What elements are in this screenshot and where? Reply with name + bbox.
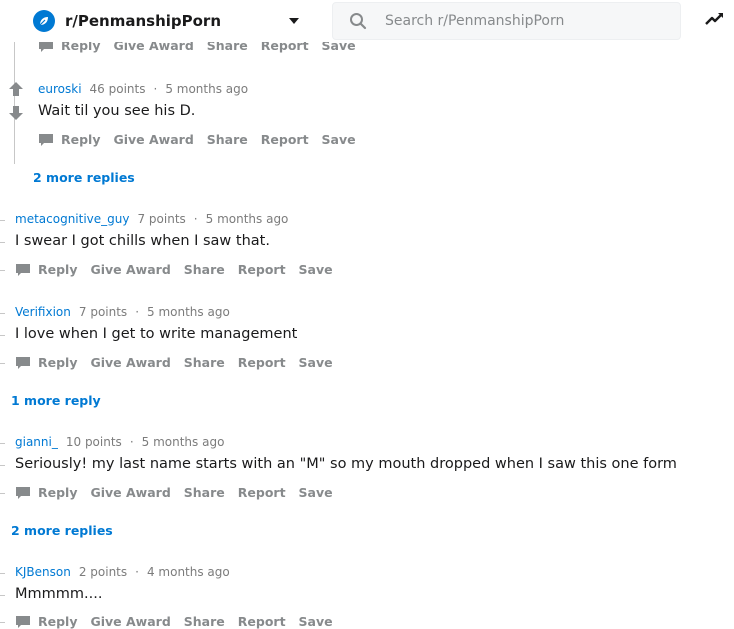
comment-actions: Reply Give Award Share Report Save <box>15 485 346 500</box>
share-button[interactable]: Share <box>184 355 225 370</box>
reply-label: Reply <box>38 262 78 277</box>
give-award-button[interactable]: Give Award <box>90 262 170 277</box>
trending-icon[interactable] <box>705 12 725 26</box>
thread-line[interactable] <box>14 42 15 164</box>
comment-actions: Reply Give Award Share Report Save <box>15 614 346 629</box>
save-button[interactable]: Save <box>299 485 333 500</box>
thread-marker <box>0 493 5 494</box>
meta-separator: · <box>153 82 158 96</box>
search-bar[interactable] <box>332 2 681 40</box>
share-button[interactable]: Share <box>184 614 225 629</box>
thread-marker <box>0 270 5 271</box>
comment-meta: KJBenson 2 points · 4 months ago <box>15 565 230 579</box>
report-button[interactable]: Report <box>238 614 286 629</box>
report-button[interactable]: Report <box>261 132 309 147</box>
comment-meta: gianni_ 10 points · 5 months ago <box>15 435 224 449</box>
comment-body: I love when I get to write management <box>15 326 298 342</box>
meta-separator: · <box>193 212 198 226</box>
comment-time[interactable]: 5 months ago <box>206 212 289 226</box>
comment-meta: euroski 46 points · 5 months ago <box>38 82 248 96</box>
subreddit-switcher[interactable]: r/PenmanshipPorn <box>33 8 308 34</box>
meta-separator: · <box>135 565 139 579</box>
subreddit-name: r/PenmanshipPorn <box>65 12 222 30</box>
comment-icon <box>16 615 30 628</box>
comment-time[interactable]: 4 months ago <box>147 565 230 579</box>
report-button[interactable]: Report <box>238 355 286 370</box>
comment-points: 7 points <box>78 305 128 319</box>
save-button[interactable]: Save <box>299 355 333 370</box>
thread-marker <box>0 443 5 444</box>
subreddit-icon <box>33 10 55 32</box>
comment-actions: Reply Give Award Share Report Save <box>38 132 369 147</box>
save-button[interactable]: Save <box>299 614 333 629</box>
upvote-icon[interactable] <box>9 82 23 96</box>
thread-marker <box>0 242 5 243</box>
save-button[interactable]: Save <box>299 262 333 277</box>
comment-body: Wait til you see his D. <box>38 103 196 119</box>
thread-marker <box>0 363 5 364</box>
share-button[interactable]: Share <box>207 132 248 147</box>
comment-actions: Reply Give Award Share Report Save <box>15 262 346 277</box>
give-award-button[interactable]: Give Award <box>90 614 170 629</box>
comment-points: 7 points <box>137 212 186 226</box>
search-icon <box>350 13 367 30</box>
chevron-down-icon[interactable] <box>288 16 300 26</box>
reply-label: Reply <box>61 132 101 147</box>
thread-marker <box>0 335 5 336</box>
comment-body: Mmmmm.... <box>15 586 103 602</box>
comment-time[interactable]: 5 months ago <box>147 305 230 319</box>
thread-marker <box>0 622 5 623</box>
thread-marker <box>0 573 5 574</box>
comment-author[interactable]: Verifixion <box>15 305 71 319</box>
comment-icon <box>16 486 30 499</box>
comment-author[interactable]: metacognitive_guy <box>15 212 129 226</box>
reply-button[interactable]: Reply <box>15 262 77 277</box>
reply-label: Reply <box>38 614 78 629</box>
thread-marker <box>0 465 5 466</box>
meta-separator: · <box>135 305 140 319</box>
comment-actions: Reply Give Award Share Report Save <box>15 355 346 370</box>
reply-label: Reply <box>38 355 78 370</box>
reply-button[interactable]: Reply <box>38 132 100 147</box>
give-award-button[interactable]: Give Award <box>90 355 170 370</box>
share-button[interactable]: Share <box>184 485 225 500</box>
give-award-button[interactable]: Give Award <box>113 132 193 147</box>
thread-marker <box>0 595 5 596</box>
reply-button[interactable]: Reply <box>15 485 77 500</box>
comment-points: 2 points <box>78 565 128 579</box>
report-button[interactable]: Report <box>238 262 286 277</box>
save-button[interactable]: Save <box>322 132 356 147</box>
meta-separator: · <box>129 435 134 449</box>
comment-time[interactable]: 5 months ago <box>142 435 225 449</box>
report-button[interactable]: Report <box>238 485 286 500</box>
comment-author[interactable]: euroski <box>38 82 82 96</box>
comment-meta: Verifixion 7 points · 5 months ago <box>15 305 230 319</box>
comment-body: I swear I got chills when I saw that. <box>15 233 270 249</box>
more-replies-link[interactable]: 2 more replies <box>33 170 135 185</box>
comment-time[interactable]: 5 months ago <box>165 82 248 96</box>
thread-marker <box>0 220 5 221</box>
comment-points: 10 points <box>65 435 122 449</box>
reply-button[interactable]: Reply <box>15 355 77 370</box>
comment-icon <box>16 356 30 369</box>
share-button[interactable]: Share <box>184 262 225 277</box>
comment-icon <box>39 133 53 146</box>
comment-icon <box>16 263 30 276</box>
give-award-button[interactable]: Give Award <box>90 485 170 500</box>
comment-body: Seriously! my last name starts with an "… <box>15 456 677 472</box>
reply-button[interactable]: Reply <box>15 614 77 629</box>
comment-author[interactable]: gianni_ <box>15 435 58 449</box>
more-replies-link[interactable]: 2 more replies <box>11 523 113 538</box>
thread-marker <box>0 313 5 314</box>
reply-label: Reply <box>38 485 78 500</box>
comment-meta: metacognitive_guy 7 points · 5 months ag… <box>15 212 288 226</box>
downvote-icon[interactable] <box>9 106 23 120</box>
more-replies-link[interactable]: 1 more reply <box>11 393 101 408</box>
comment-author[interactable]: KJBenson <box>15 565 71 579</box>
search-input[interactable] <box>385 13 675 29</box>
top-bar: r/PenmanshipPorn <box>0 0 734 42</box>
comment-points: 46 points <box>89 82 146 96</box>
